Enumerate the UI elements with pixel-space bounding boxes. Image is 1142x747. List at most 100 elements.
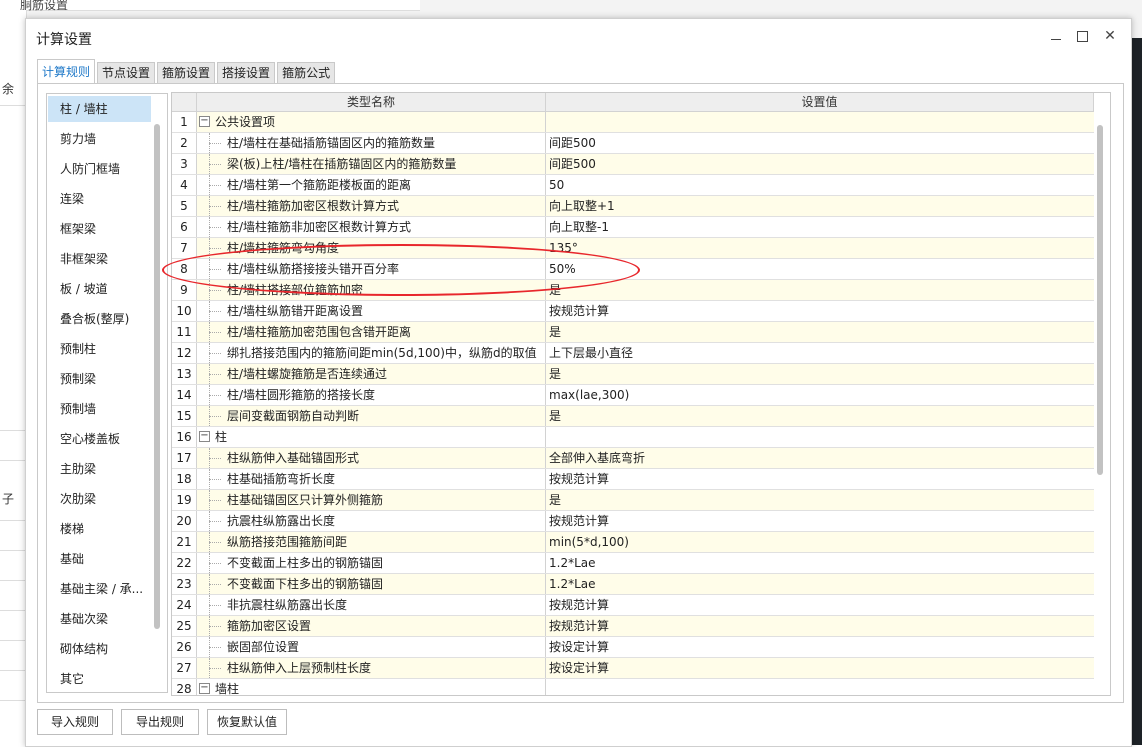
row-number: 18 xyxy=(172,469,197,489)
category-item[interactable]: 非框架梁 xyxy=(48,246,151,272)
category-item[interactable]: 基础 xyxy=(48,546,151,572)
setting-value-cell[interactable]: 50% xyxy=(546,259,1094,279)
tab-stirrup-formula[interactable]: 箍筋公式 xyxy=(277,62,336,84)
table-row[interactable]: 23 不变截面下柱多出的钢筋锚固 1.2*Lae xyxy=(172,574,1094,595)
tab-lap-settings[interactable]: 搭接设置 xyxy=(217,62,276,84)
close-icon: ✕ xyxy=(1104,28,1116,44)
table-row[interactable]: 12 绑扎搭接范围内的箍筋间距min(5d,100)中，纵筋d的取值 上下层最小直径 xyxy=(172,343,1094,364)
table-row[interactable]: 13 柱/墙柱螺旋箍筋是否连续通过 是 xyxy=(172,364,1094,385)
setting-value-cell[interactable]: 按设定计算 xyxy=(546,637,1094,657)
maximize-button[interactable] xyxy=(1070,25,1094,47)
table-row[interactable]: 11 柱/墙柱箍筋加密范围包含错开距离 是 xyxy=(172,322,1094,343)
setting-name-text: 柱基础插筋弯折长度 xyxy=(227,472,336,486)
category-item[interactable]: 空心楼盖板 xyxy=(48,426,151,452)
category-list[interactable]: 柱 / 墙柱 剪力墙 人防门框墙 连梁 框架梁 非框架梁 板 / 坡道 叠合板(… xyxy=(46,93,168,693)
setting-value-cell[interactable] xyxy=(546,112,1094,132)
setting-value-cell[interactable]: 50 xyxy=(546,175,1094,195)
minimize-button[interactable] xyxy=(1044,25,1068,47)
restore-defaults-button[interactable]: 恢复默认值 xyxy=(207,709,287,735)
close-button[interactable]: ✕ xyxy=(1098,25,1122,47)
grid-header-type-name[interactable]: 类型名称 xyxy=(197,93,546,112)
setting-value-cell[interactable]: 是 xyxy=(546,280,1094,300)
category-item[interactable]: 人防门框墙 xyxy=(48,156,151,182)
table-row[interactable]: 6 柱/墙柱箍筋非加密区根数计算方式 向上取整-1 xyxy=(172,217,1094,238)
category-vertical-scrollbar[interactable] xyxy=(154,124,160,629)
setting-value-cell[interactable]: 1.2*Lae xyxy=(546,574,1094,594)
setting-value-cell[interactable]: 135° xyxy=(546,238,1094,258)
setting-value-cell[interactable]: 上下层最小直径 xyxy=(546,343,1094,363)
table-row[interactable]: 15 层间变截面钢筋自动判断 是 xyxy=(172,406,1094,427)
tab-stirrup-settings[interactable]: 箍筋设置 xyxy=(157,62,216,84)
category-item[interactable]: 楼梯 xyxy=(48,516,151,542)
tab-calc-rules[interactable]: 计算规则 xyxy=(37,59,96,84)
setting-value-cell[interactable]: 按规范计算 xyxy=(546,511,1094,531)
table-row[interactable]: 22 不变截面上柱多出的钢筋锚固 1.2*Lae xyxy=(172,553,1094,574)
collapse-toggle-icon[interactable]: − xyxy=(199,116,210,127)
group-row[interactable]: 1− 公共设置项 xyxy=(172,112,1094,133)
setting-value-cell[interactable]: 全部伸入基底弯折 xyxy=(546,448,1094,468)
category-item[interactable]: 柱 / 墙柱 xyxy=(48,96,151,122)
category-item[interactable]: 叠合板(整厚) xyxy=(48,306,151,332)
category-item[interactable]: 次肋梁 xyxy=(48,486,151,512)
category-item[interactable]: 砌体结构 xyxy=(48,636,151,662)
table-row[interactable]: 2 柱/墙柱在基础插筋锚固区内的箍筋数量 间距500 xyxy=(172,133,1094,154)
table-row[interactable]: 24 非抗震柱纵筋露出长度 按规范计算 xyxy=(172,595,1094,616)
setting-value-cell[interactable]: 按设定计算 xyxy=(546,658,1094,678)
setting-name-text: 柱基础锚固区只计算外侧箍筋 xyxy=(227,493,384,507)
table-row[interactable]: 19 柱基础锚固区只计算外侧箍筋 是 xyxy=(172,490,1094,511)
category-item[interactable]: 框架梁 xyxy=(48,216,151,242)
setting-value-cell[interactable]: 是 xyxy=(546,322,1094,342)
category-item[interactable]: 预制墙 xyxy=(48,396,151,422)
setting-value-cell[interactable]: 是 xyxy=(546,364,1094,384)
category-item[interactable]: 板 / 坡道 xyxy=(48,276,151,302)
collapse-toggle-icon[interactable]: − xyxy=(199,431,210,442)
tab-node-settings[interactable]: 节点设置 xyxy=(97,62,156,84)
setting-value-cell[interactable]: min(5*d,100) xyxy=(546,532,1094,552)
table-row[interactable]: 26 嵌固部位设置 按设定计算 xyxy=(172,637,1094,658)
table-row[interactable]: 10 柱/墙柱纵筋错开距离设置 按规范计算 xyxy=(172,301,1094,322)
grid-vertical-scrollbar[interactable] xyxy=(1097,125,1103,475)
setting-value-cell[interactable] xyxy=(546,427,1094,447)
setting-name-cell: 柱/墙柱在基础插筋锚固区内的箍筋数量 xyxy=(197,133,546,153)
category-item[interactable]: 预制柱 xyxy=(48,336,151,362)
setting-value-cell[interactable]: 按规范计算 xyxy=(546,616,1094,636)
table-row[interactable]: 25 箍筋加密区设置 按规范计算 xyxy=(172,616,1094,637)
category-item[interactable]: 其它 xyxy=(48,666,151,692)
setting-value-cell[interactable]: 是 xyxy=(546,406,1094,426)
table-row[interactable]: 9 柱/墙柱搭接部位箍筋加密 是 xyxy=(172,280,1094,301)
table-row[interactable]: 4 柱/墙柱第一个箍筋距楼板面的距离 50 xyxy=(172,175,1094,196)
category-item[interactable]: 预制梁 xyxy=(48,366,151,392)
table-row[interactable]: 3 梁(板)上柱/墙柱在插筋锚固区内的箍筋数量 间距500 xyxy=(172,154,1094,175)
grid-header-value[interactable]: 设置值 xyxy=(546,93,1094,112)
setting-value-cell[interactable]: 按规范计算 xyxy=(546,595,1094,615)
table-row[interactable]: 17 柱纵筋伸入基础锚固形式 全部伸入基底弯折 xyxy=(172,448,1094,469)
table-row[interactable]: 27 柱纵筋伸入上层预制柱长度 按设定计算 xyxy=(172,658,1094,679)
group-row[interactable]: 16− 柱 xyxy=(172,427,1094,448)
setting-value-cell[interactable]: 按规范计算 xyxy=(546,469,1094,489)
table-row[interactable]: 5 柱/墙柱箍筋加密区根数计算方式 向上取整+1 xyxy=(172,196,1094,217)
setting-value-cell[interactable]: max(lae,300) xyxy=(546,385,1094,405)
table-row[interactable]: 7 柱/墙柱箍筋弯勾角度 135° xyxy=(172,238,1094,259)
collapse-toggle-icon[interactable]: − xyxy=(199,683,210,694)
category-item[interactable]: 主肋梁 xyxy=(48,456,151,482)
setting-value-cell[interactable]: 向上取整+1 xyxy=(546,196,1094,216)
setting-value-cell[interactable] xyxy=(546,679,1094,695)
setting-value-cell[interactable]: 间距500 xyxy=(546,133,1094,153)
table-row[interactable]: 18 柱基础插筋弯折长度 按规范计算 xyxy=(172,469,1094,490)
export-rules-button[interactable]: 导出规则 xyxy=(121,709,199,735)
group-row[interactable]: 28− 墙柱 xyxy=(172,679,1094,695)
setting-value-cell[interactable]: 1.2*Lae xyxy=(546,553,1094,573)
category-item[interactable]: 基础次梁 xyxy=(48,606,151,632)
setting-value-cell[interactable]: 间距500 xyxy=(546,154,1094,174)
import-rules-button[interactable]: 导入规则 xyxy=(37,709,113,735)
setting-value-cell[interactable]: 是 xyxy=(546,490,1094,510)
category-item[interactable]: 连梁 xyxy=(48,186,151,212)
table-row[interactable]: 21 纵筋搭接范围箍筋间距 min(5*d,100) xyxy=(172,532,1094,553)
setting-value-cell[interactable]: 向上取整-1 xyxy=(546,217,1094,237)
category-item[interactable]: 剪力墙 xyxy=(48,126,151,152)
category-item[interactable]: 基础主梁 / 承... xyxy=(48,576,151,602)
table-row[interactable]: 20 抗震柱纵筋露出长度 按规范计算 xyxy=(172,511,1094,532)
table-row[interactable]: 8 柱/墙柱纵筋搭接接头错开百分率 50% xyxy=(172,259,1094,280)
table-row[interactable]: 14 柱/墙柱圆形箍筋的搭接长度 max(lae,300) xyxy=(172,385,1094,406)
setting-value-cell[interactable]: 按规范计算 xyxy=(546,301,1094,321)
